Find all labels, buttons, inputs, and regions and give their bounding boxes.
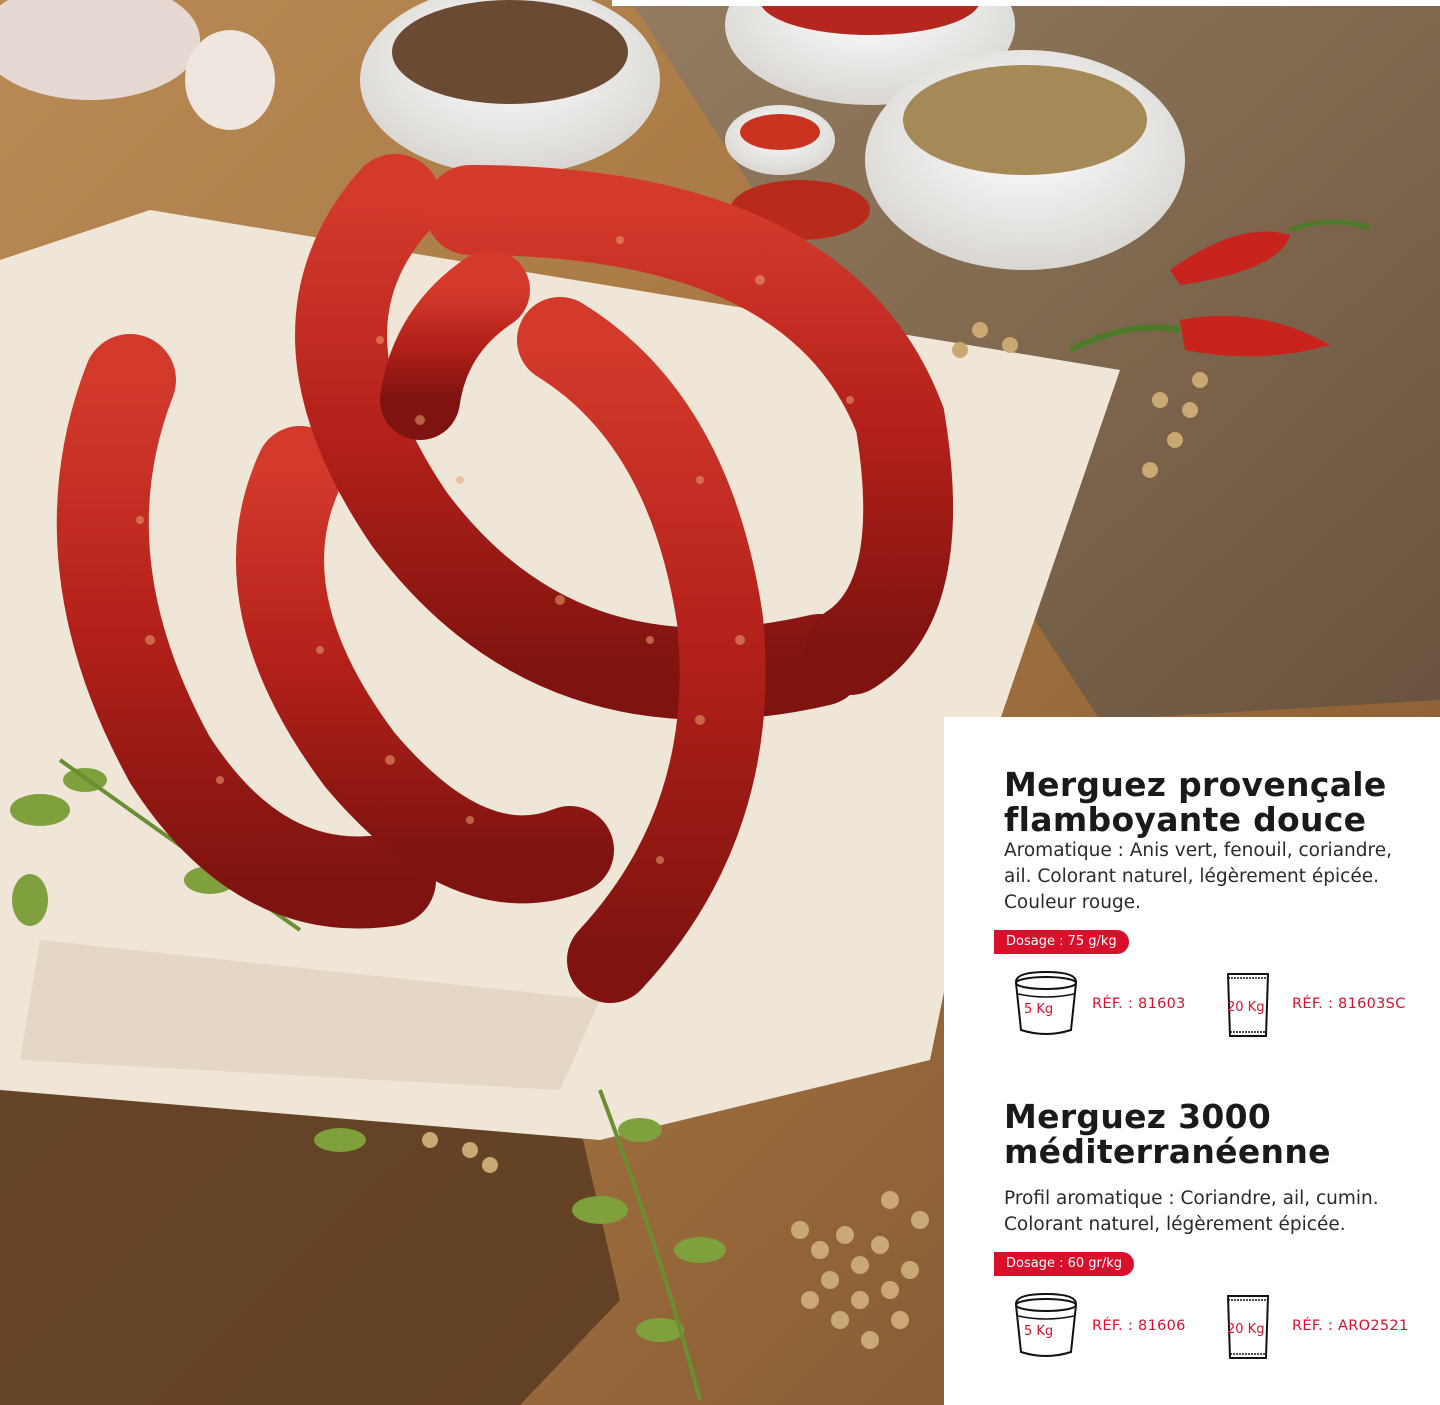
product-title-line1: Merguez provençale (1004, 765, 1387, 804)
bucket-icon: 5 Kg (1012, 970, 1080, 1036)
bucket-weight: 5 Kg (1024, 1324, 1054, 1339)
product-card: Merguez 3000 méditerranéenne Profil arom… (994, 1099, 1424, 1362)
product-panel: Merguez provençale flamboyante douce Aro… (944, 717, 1440, 1405)
product-title: Merguez provençale flamboyante douce (1004, 767, 1424, 837)
product-title-line1: Merguez 3000 (1004, 1097, 1272, 1136)
product-card: Merguez provençale flamboyante douce Aro… (994, 767, 1424, 1040)
product-description: Aromatique : Anis vert, fenouil, coriand… (1004, 840, 1392, 913)
product-title-line2: méditerranéenne (1004, 1132, 1331, 1171)
packaging-row: 5 Kg RÉF. : 81606 20 Kg RÉF. : ARO2521 (1004, 1292, 1424, 1362)
sack-icon: 20 Kg (1222, 970, 1274, 1040)
page-corner-cutout (612, 0, 1440, 6)
sack-icon: 20 Kg (1222, 1292, 1274, 1362)
product-title-line2: flamboyante douce (1004, 800, 1367, 839)
product-title: Merguez 3000 méditerranéenne (1004, 1099, 1424, 1169)
product-description: Profil aromatique : Coriandre, ail, cumi… (1004, 1188, 1379, 1235)
bucket-reference: RÉF. : 81606 (1092, 1318, 1186, 1334)
sack-reference: RÉF. : ARO2521 (1292, 1318, 1409, 1334)
sack-reference: RÉF. : 81603SC (1292, 996, 1406, 1012)
packaging-row: 5 Kg RÉF. : 81603 20 Kg RÉF. : 81603SC (1004, 970, 1424, 1040)
dosage-badge: Dosage : 60 gr/kg (994, 1252, 1135, 1276)
bucket-weight: 5 Kg (1024, 1002, 1054, 1017)
bucket-reference: RÉF. : 81603 (1092, 996, 1186, 1012)
sack-weight: 20 Kg (1227, 1000, 1265, 1015)
dosage-badge: Dosage : 75 g/kg (994, 930, 1129, 954)
sack-weight: 20 Kg (1227, 1322, 1265, 1337)
bucket-icon: 5 Kg (1012, 1292, 1080, 1358)
